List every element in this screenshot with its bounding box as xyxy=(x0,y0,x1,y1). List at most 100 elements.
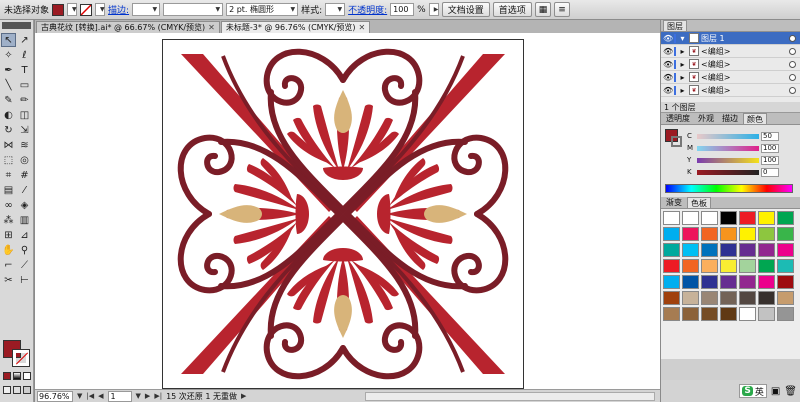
style-dropdown[interactable]: ▼ xyxy=(325,3,346,16)
yellow-value-field[interactable]: 100 xyxy=(761,155,779,165)
lasso-tool-icon[interactable]: ℓ xyxy=(17,48,32,62)
opacity-field[interactable]: 100 xyxy=(390,3,415,16)
gradient-mode-icon[interactable] xyxy=(13,372,21,380)
color-swatch[interactable] xyxy=(682,259,699,273)
hand-tool-icon[interactable]: ✋ xyxy=(1,243,16,257)
sublayer-row[interactable]: 👁 ▸ ❦ <编组> xyxy=(661,45,800,58)
fill-dropdown[interactable]: ▼ xyxy=(67,3,78,16)
black-value-field[interactable]: 0 xyxy=(761,167,779,177)
preferences-button[interactable]: 首选项 xyxy=(492,2,532,17)
eraser-tool-icon[interactable]: ◫ xyxy=(17,108,32,122)
artboard-tool-icon[interactable]: ⊞ xyxy=(1,228,16,242)
color-swatch[interactable] xyxy=(720,291,737,305)
channel-k[interactable]: K 0 xyxy=(687,167,779,177)
pen-tool-icon[interactable]: ✒ xyxy=(1,63,16,77)
tab-stroke[interactable]: 描边 xyxy=(719,113,741,124)
paintbrush-tool-icon[interactable]: ✎ xyxy=(1,93,16,107)
color-swatch[interactable] xyxy=(701,211,718,225)
black-slider[interactable] xyxy=(697,169,759,175)
free-transform-tool-icon[interactable]: ⬚ xyxy=(1,153,16,167)
horizontal-scrollbar[interactable] xyxy=(365,392,655,401)
channel-y[interactable]: Y 100 xyxy=(687,155,779,165)
color-swatch[interactable] xyxy=(777,211,794,225)
none-mode-icon[interactable] xyxy=(23,372,31,380)
blend-tool-icon[interactable]: ∞ xyxy=(1,198,16,212)
color-swatch[interactable] xyxy=(758,243,775,257)
brush-dropdown[interactable]: 2 pt. 椭圆形 ▼ xyxy=(226,3,299,16)
magic-wand-tool-icon[interactable]: ✧ xyxy=(1,48,16,62)
color-swatch[interactable] xyxy=(720,211,737,225)
zoom-tool-icon[interactable]: ⚲ xyxy=(17,243,32,257)
color-spectrum-bar[interactable] xyxy=(665,184,793,193)
layer-row[interactable]: 👁 ▾ 图层 1 xyxy=(661,32,800,45)
yellow-slider[interactable] xyxy=(697,157,759,163)
artboard-number-field[interactable]: 1 xyxy=(107,390,132,402)
measure-tool-icon[interactable]: ⊢ xyxy=(17,273,32,287)
stroke-box[interactable] xyxy=(12,349,30,367)
pencil-tool-icon[interactable]: ✏ xyxy=(17,93,32,107)
color-stroke-box[interactable] xyxy=(671,136,682,147)
delete-swatch-icon[interactable]: 🗑 xyxy=(784,386,797,397)
next-artboard-icon[interactable]: ▶ xyxy=(145,392,150,400)
color-swatch[interactable] xyxy=(758,227,775,241)
color-swatch[interactable] xyxy=(758,211,775,225)
tab-appearance[interactable]: 外观 xyxy=(695,113,717,124)
visibility-eye-icon[interactable]: 👁 xyxy=(663,73,673,82)
color-swatch[interactable] xyxy=(701,243,718,257)
color-swatch[interactable] xyxy=(682,211,699,225)
artboard-dropdown-icon[interactable]: ▼ xyxy=(136,392,141,400)
blob-brush-tool-icon[interactable]: ◐ xyxy=(1,108,16,122)
column-graph-tool-icon[interactable]: ▥ xyxy=(17,213,32,227)
stroke-link[interactable]: 描边: xyxy=(108,3,129,16)
live-paint-tool-icon[interactable]: ◈ xyxy=(17,198,32,212)
color-swatch[interactable] xyxy=(682,307,699,321)
color-swatch[interactable] xyxy=(701,291,718,305)
crop-tool-icon[interactable]: ⌐ xyxy=(1,258,16,272)
color-swatch[interactable] xyxy=(682,227,699,241)
magenta-value-field[interactable]: 100 xyxy=(761,143,779,153)
expand-triangle-icon[interactable]: ▸ xyxy=(678,73,687,82)
ornament-artwork[interactable] xyxy=(163,40,523,388)
color-swatch[interactable] xyxy=(720,275,737,289)
stroke-none-swatch[interactable] xyxy=(80,3,93,16)
color-swatch[interactable] xyxy=(777,259,794,273)
close-icon[interactable]: ✕ xyxy=(359,23,366,32)
warp-tool-icon[interactable]: ≋ xyxy=(17,138,32,152)
type-tool-icon[interactable]: T xyxy=(17,63,32,77)
perspective-grid-tool-icon[interactable]: ⌗ xyxy=(1,168,16,182)
expand-triangle-icon[interactable]: ▾ xyxy=(678,34,687,43)
color-swatch[interactable] xyxy=(701,275,718,289)
color-swatch[interactable] xyxy=(720,227,737,241)
scissors-tool-icon[interactable]: ✂ xyxy=(1,273,16,287)
color-swatch[interactable] xyxy=(701,259,718,273)
color-swatch[interactable] xyxy=(682,243,699,257)
status-menu-icon[interactable]: ▶ xyxy=(241,392,246,400)
tab-swatches[interactable]: 色板 xyxy=(687,197,711,208)
scale-tool-icon[interactable]: ⇲ xyxy=(17,123,32,137)
color-swatch[interactable] xyxy=(720,307,737,321)
tab-layers[interactable]: 图层 xyxy=(663,20,687,31)
color-swatch[interactable] xyxy=(777,307,794,321)
color-swatch[interactable] xyxy=(720,259,737,273)
opacity-link[interactable]: 不透明度: xyxy=(348,3,387,16)
expand-triangle-icon[interactable]: ▸ xyxy=(678,60,687,69)
draw-inside-icon[interactable] xyxy=(23,386,31,394)
color-swatch[interactable] xyxy=(720,243,737,257)
color-swatch[interactable] xyxy=(739,259,756,273)
color-swatch[interactable] xyxy=(777,275,794,289)
channel-m[interactable]: M 100 xyxy=(687,143,779,153)
rectangle-tool-icon[interactable]: ▭ xyxy=(17,78,32,92)
target-circle-icon[interactable] xyxy=(789,73,796,81)
cyan-value-field[interactable]: 50 xyxy=(761,131,779,141)
target-circle-icon[interactable] xyxy=(789,86,796,94)
color-swatch[interactable] xyxy=(777,291,794,305)
expand-triangle-icon[interactable]: ▸ xyxy=(678,86,687,95)
color-swatch[interactable] xyxy=(758,275,775,289)
color-swatch[interactable] xyxy=(739,211,756,225)
magenta-slider[interactable] xyxy=(697,145,759,151)
color-swatch[interactable] xyxy=(777,243,794,257)
color-mode-icon[interactable] xyxy=(3,372,11,380)
color-swatch[interactable] xyxy=(663,275,680,289)
draw-behind-icon[interactable] xyxy=(13,386,21,394)
color-swatch[interactable] xyxy=(663,307,680,321)
